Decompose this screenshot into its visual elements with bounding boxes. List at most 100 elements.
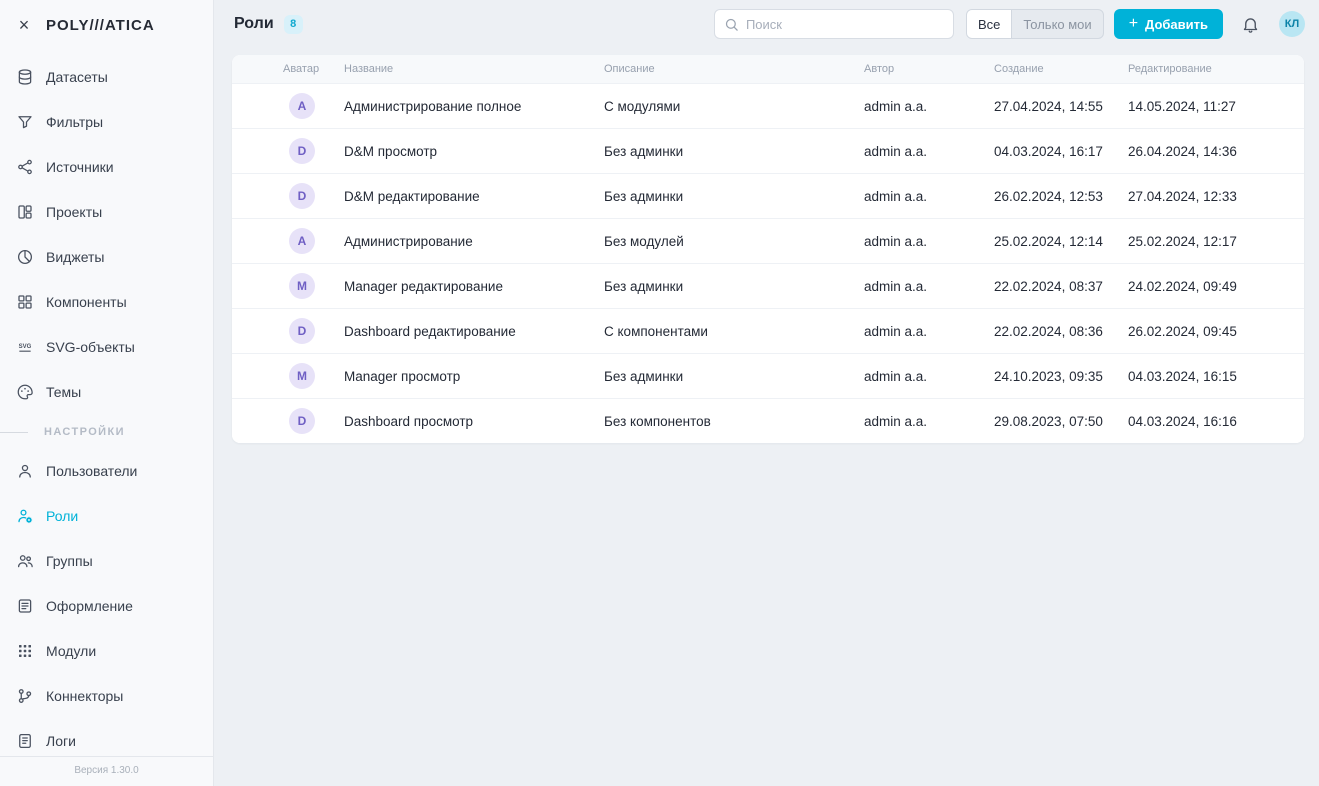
- filter-all-button[interactable]: Все: [967, 10, 1012, 38]
- role-name: D&M просмотр: [344, 144, 604, 159]
- role-description: Без админки: [604, 144, 864, 159]
- column-header-name: Название: [344, 63, 604, 75]
- role-edited: 26.04.2024, 14:36: [1128, 144, 1304, 159]
- table-row[interactable]: M Manager просмотр Без админки admin a.a…: [232, 353, 1304, 398]
- column-header-author: Автор: [864, 63, 994, 75]
- role-author: admin a.a.: [864, 234, 994, 249]
- document-icon: [16, 732, 34, 750]
- table-row[interactable]: D Dashboard просмотр Без компонентов adm…: [232, 398, 1304, 443]
- column-header-created: Создание: [994, 63, 1128, 75]
- sidebar-item-filters[interactable]: Фильтры: [0, 99, 213, 144]
- sidebar-item-label: Темы: [46, 384, 81, 400]
- palette-icon: [16, 383, 34, 401]
- role-avatar: D: [289, 138, 315, 164]
- add-button-label: Добавить: [1145, 17, 1208, 32]
- role-created: 27.04.2024, 14:55: [994, 99, 1128, 114]
- filter-segmented-control: Все Только мои: [966, 9, 1104, 39]
- role-author: admin a.a.: [864, 324, 994, 339]
- role-edited: 14.05.2024, 11:27: [1128, 99, 1304, 114]
- role-author: admin a.a.: [864, 99, 994, 114]
- settings-section-header: НАСТРОЙКИ: [0, 416, 213, 448]
- table-row[interactable]: D D&M редактирование Без админки admin a…: [232, 173, 1304, 218]
- sidebar-item-appearance[interactable]: Оформление: [0, 583, 213, 628]
- user-avatar[interactable]: КЛ: [1279, 11, 1305, 37]
- user-icon: [16, 462, 34, 480]
- role-avatar: M: [289, 273, 315, 299]
- search-box: [714, 9, 954, 39]
- sidebar-item-label: Логи: [46, 733, 76, 749]
- role-name: Dashboard редактирование: [344, 324, 604, 339]
- role-description: С компонентами: [604, 324, 864, 339]
- table-row[interactable]: D D&M просмотр Без админки admin a.a. 04…: [232, 128, 1304, 173]
- column-header-description: Описание: [604, 63, 864, 75]
- topbar: Роли 8 Все Только мои + Добавить КЛ: [214, 0, 1319, 48]
- role-created: 22.02.2024, 08:37: [994, 279, 1128, 294]
- role-edited: 04.03.2024, 16:15: [1128, 369, 1304, 384]
- layout-icon: [16, 203, 34, 221]
- sidebar-item-modules[interactable]: Модули: [0, 628, 213, 673]
- main-area: Роли 8 Все Только мои + Добавить КЛ: [214, 0, 1319, 786]
- sidebar-item-label: Источники: [46, 159, 114, 175]
- role-edited: 25.02.2024, 12:17: [1128, 234, 1304, 249]
- sidebar-item-widgets[interactable]: Виджеты: [0, 234, 213, 279]
- role-author: admin a.a.: [864, 414, 994, 429]
- branch-icon: [16, 687, 34, 705]
- table-body: A Администрирование полное С модулями ad…: [232, 83, 1304, 443]
- role-created: 24.10.2023, 09:35: [994, 369, 1128, 384]
- role-name: D&M редактирование: [344, 189, 604, 204]
- database-icon: [16, 68, 34, 86]
- plus-icon: +: [1129, 16, 1138, 32]
- count-badge: 8: [284, 15, 303, 34]
- role-name: Dashboard просмотр: [344, 414, 604, 429]
- search-icon: [724, 17, 739, 32]
- list-card-icon: [16, 597, 34, 615]
- sidebar-item-projects[interactable]: Проекты: [0, 189, 213, 234]
- roles-table: Аватар Название Описание Автор Создание …: [232, 55, 1304, 443]
- add-button[interactable]: + Добавить: [1114, 9, 1223, 39]
- search-input[interactable]: [746, 17, 944, 32]
- role-edited: 24.02.2024, 09:49: [1128, 279, 1304, 294]
- sidebar-item-svg-objects[interactable]: SVG SVG-объекты: [0, 324, 213, 369]
- close-icon[interactable]: ×: [14, 16, 34, 34]
- sidebar-item-components[interactable]: Компоненты: [0, 279, 213, 324]
- sidebar-item-datasets[interactable]: Датасеты: [0, 54, 213, 99]
- sidebar-item-users[interactable]: Пользователи: [0, 448, 213, 493]
- table-row[interactable]: M Manager редактирование Без админки adm…: [232, 263, 1304, 308]
- role-description: Без модулей: [604, 234, 864, 249]
- role-avatar: D: [289, 183, 315, 209]
- page-title: Роли: [234, 15, 274, 33]
- funnel-icon: [16, 113, 34, 131]
- sidebar-item-groups[interactable]: Группы: [0, 538, 213, 583]
- sidebar-item-label: Проекты: [46, 204, 102, 220]
- role-created: 25.02.2024, 12:14: [994, 234, 1128, 249]
- role-author: admin a.a.: [864, 279, 994, 294]
- column-header-edited: Редактирование: [1128, 63, 1304, 75]
- role-avatar: A: [289, 93, 315, 119]
- column-header-avatar: Аватар: [232, 63, 344, 75]
- role-name: Администрирование: [344, 234, 604, 249]
- notifications-bell-icon[interactable]: [1241, 14, 1261, 34]
- sidebar-item-themes[interactable]: Темы: [0, 369, 213, 414]
- sidebar-item-label: Пользователи: [46, 463, 137, 479]
- role-description: Без компонентов: [604, 414, 864, 429]
- sidebar-item-label: Фильтры: [46, 114, 103, 130]
- sidebar-item-label: Коннекторы: [46, 688, 123, 704]
- role-author: admin a.a.: [864, 189, 994, 204]
- role-edited: 27.04.2024, 12:33: [1128, 189, 1304, 204]
- app-window: × POLY///ATICA Датасеты Фильтры Источ: [0, 0, 1319, 786]
- sidebar-item-label: Роли: [46, 508, 78, 524]
- sidebar-item-connectors[interactable]: Коннекторы: [0, 673, 213, 718]
- grid-dots-icon: [16, 642, 34, 660]
- sidebar-item-sources[interactable]: Источники: [0, 144, 213, 189]
- role-author: admin a.a.: [864, 369, 994, 384]
- table-row[interactable]: A Администрирование полное С модулями ad…: [232, 83, 1304, 128]
- app-version: Версия 1.30.0: [0, 756, 213, 786]
- svg-text:SVG: SVG: [19, 343, 32, 349]
- users-icon: [16, 552, 34, 570]
- divider: [0, 432, 28, 433]
- role-name: Администрирование полное: [344, 99, 604, 114]
- table-row[interactable]: D Dashboard редактирование С компонентам…: [232, 308, 1304, 353]
- table-row[interactable]: A Администрирование Без модулей admin a.…: [232, 218, 1304, 263]
- filter-mine-button[interactable]: Только мои: [1012, 10, 1102, 38]
- sidebar-item-roles[interactable]: Роли: [0, 493, 213, 538]
